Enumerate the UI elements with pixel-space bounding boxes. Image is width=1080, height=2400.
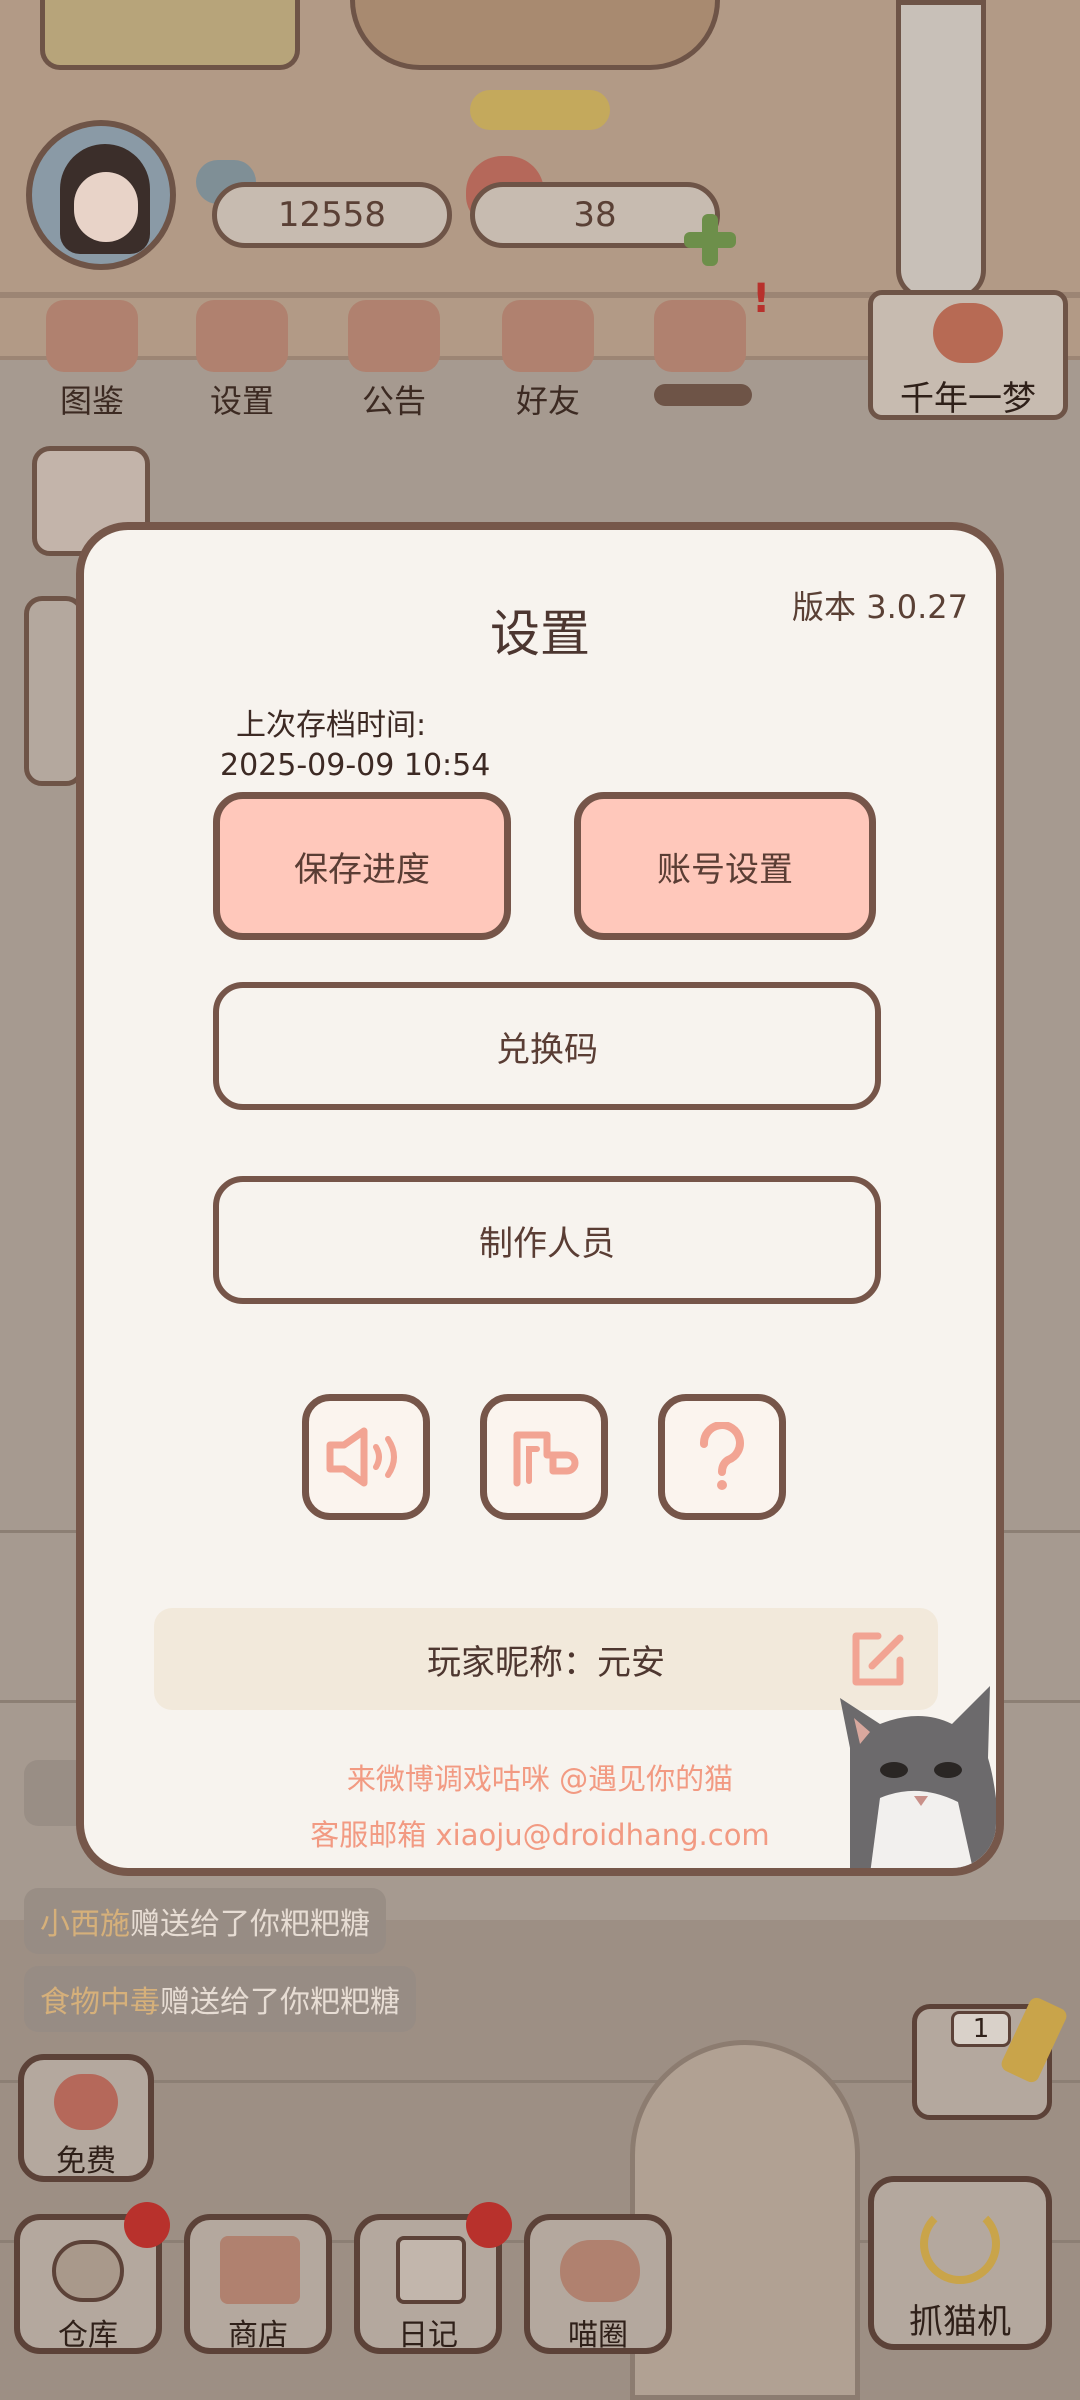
claw-count: 1 [951, 2011, 1011, 2047]
help-icon [699, 1422, 744, 1490]
title-banner: 千年一梦 [868, 290, 1068, 420]
diary-icon [396, 2236, 466, 2304]
fish-counter: 12558 [212, 182, 452, 248]
cat-bed[interactable] [40, 0, 300, 70]
free-label: 免费 [56, 2144, 116, 2179]
notification-dot [466, 2202, 512, 2248]
shop-icon [220, 2236, 300, 2304]
table[interactable] [350, 0, 720, 70]
sound-toggle-button[interactable] [302, 1394, 430, 1520]
account-settings-button[interactable]: 账号设置 [574, 792, 876, 940]
last-save-value: 2025-09-09 10:54 [220, 748, 491, 783]
event-progress [654, 384, 752, 406]
menu-friends-label[interactable]: 好友 [488, 376, 608, 422]
warehouse-icon [52, 2240, 124, 2302]
catalog-icon[interactable] [46, 300, 138, 372]
nickname-text: 玩家昵称：元安 [427, 1642, 665, 1683]
player-avatar[interactable] [26, 120, 176, 270]
notification-dot [124, 2202, 170, 2248]
add-heart-button[interactable] [680, 210, 740, 270]
music-icon [513, 1431, 579, 1487]
gear-icon[interactable] [196, 300, 288, 372]
chat-sender: 食物中毒 [40, 1985, 160, 2020]
last-save-time: 上次存档时间: 2025-09-09 10:54 [220, 706, 490, 786]
heart-icon [54, 2074, 118, 2130]
chat-text: 赠送给了你粑粑糖 [160, 1985, 400, 2020]
chat-text: 赠送给了你粑粑糖 [130, 1907, 370, 1942]
cat-tower[interactable] [896, 0, 986, 300]
claw-machine-button[interactable]: 抓猫机 [868, 2176, 1052, 2350]
last-save-label: 上次存档时间: [236, 708, 427, 743]
nav-diary-label: 日记 [398, 2318, 458, 2353]
settings-dialog: 设置 版本 3.0.27 上次存档时间: 2025-09-09 10:54 保存… [76, 522, 1004, 1876]
music-toggle-button[interactable] [480, 1394, 608, 1520]
redeem-code-button[interactable]: 兑换码 [213, 982, 881, 1110]
claw-machine-label: 抓猫机 [909, 2302, 1011, 2342]
nickname-bar: 玩家昵称：元安 [154, 1608, 938, 1710]
chat-item: 小西施 赠送给了你粑粑糖 [24, 1888, 386, 1954]
sound-icon [326, 1427, 397, 1487]
credits-button[interactable]: 制作人员 [213, 1176, 881, 1304]
gift-icon[interactable] [348, 300, 440, 372]
nav-shop-label: 商店 [228, 2318, 288, 2353]
nav-warehouse-label: 仓库 [58, 2318, 118, 2353]
menu-catalog-label[interactable]: 图鉴 [32, 376, 152, 422]
free-button[interactable]: 免费 [18, 2054, 154, 2182]
nav-shop[interactable]: 商店 [184, 2214, 332, 2354]
nav-cat-circle[interactable]: 喵圈 [524, 2214, 672, 2354]
cat-photo [840, 1686, 996, 1868]
friends-icon[interactable] [502, 300, 594, 372]
version-label: 版本 3.0.27 [792, 588, 968, 626]
cat-planet-icon [560, 2240, 640, 2302]
heart-event-icon[interactable] [654, 300, 746, 372]
claw-icon [920, 2204, 1000, 2284]
menu-settings-label[interactable]: 设置 [182, 376, 302, 422]
menu-notice-label[interactable]: 公告 [334, 376, 454, 422]
player-title: 千年一梦 [900, 379, 1036, 419]
save-progress-button[interactable]: 保存进度 [213, 792, 511, 940]
pray-widget[interactable] [24, 596, 84, 786]
nav-cat-circle-label: 喵圈 [568, 2318, 628, 2353]
alert-badge: ! [752, 276, 771, 322]
chat-sender: 小西施 [40, 1907, 130, 1942]
cushion [470, 90, 610, 130]
help-button[interactable] [658, 1394, 786, 1520]
flower-icon [933, 303, 1003, 363]
chat-item: 食物中毒 赠送给了你粑粑糖 [24, 1966, 416, 2032]
